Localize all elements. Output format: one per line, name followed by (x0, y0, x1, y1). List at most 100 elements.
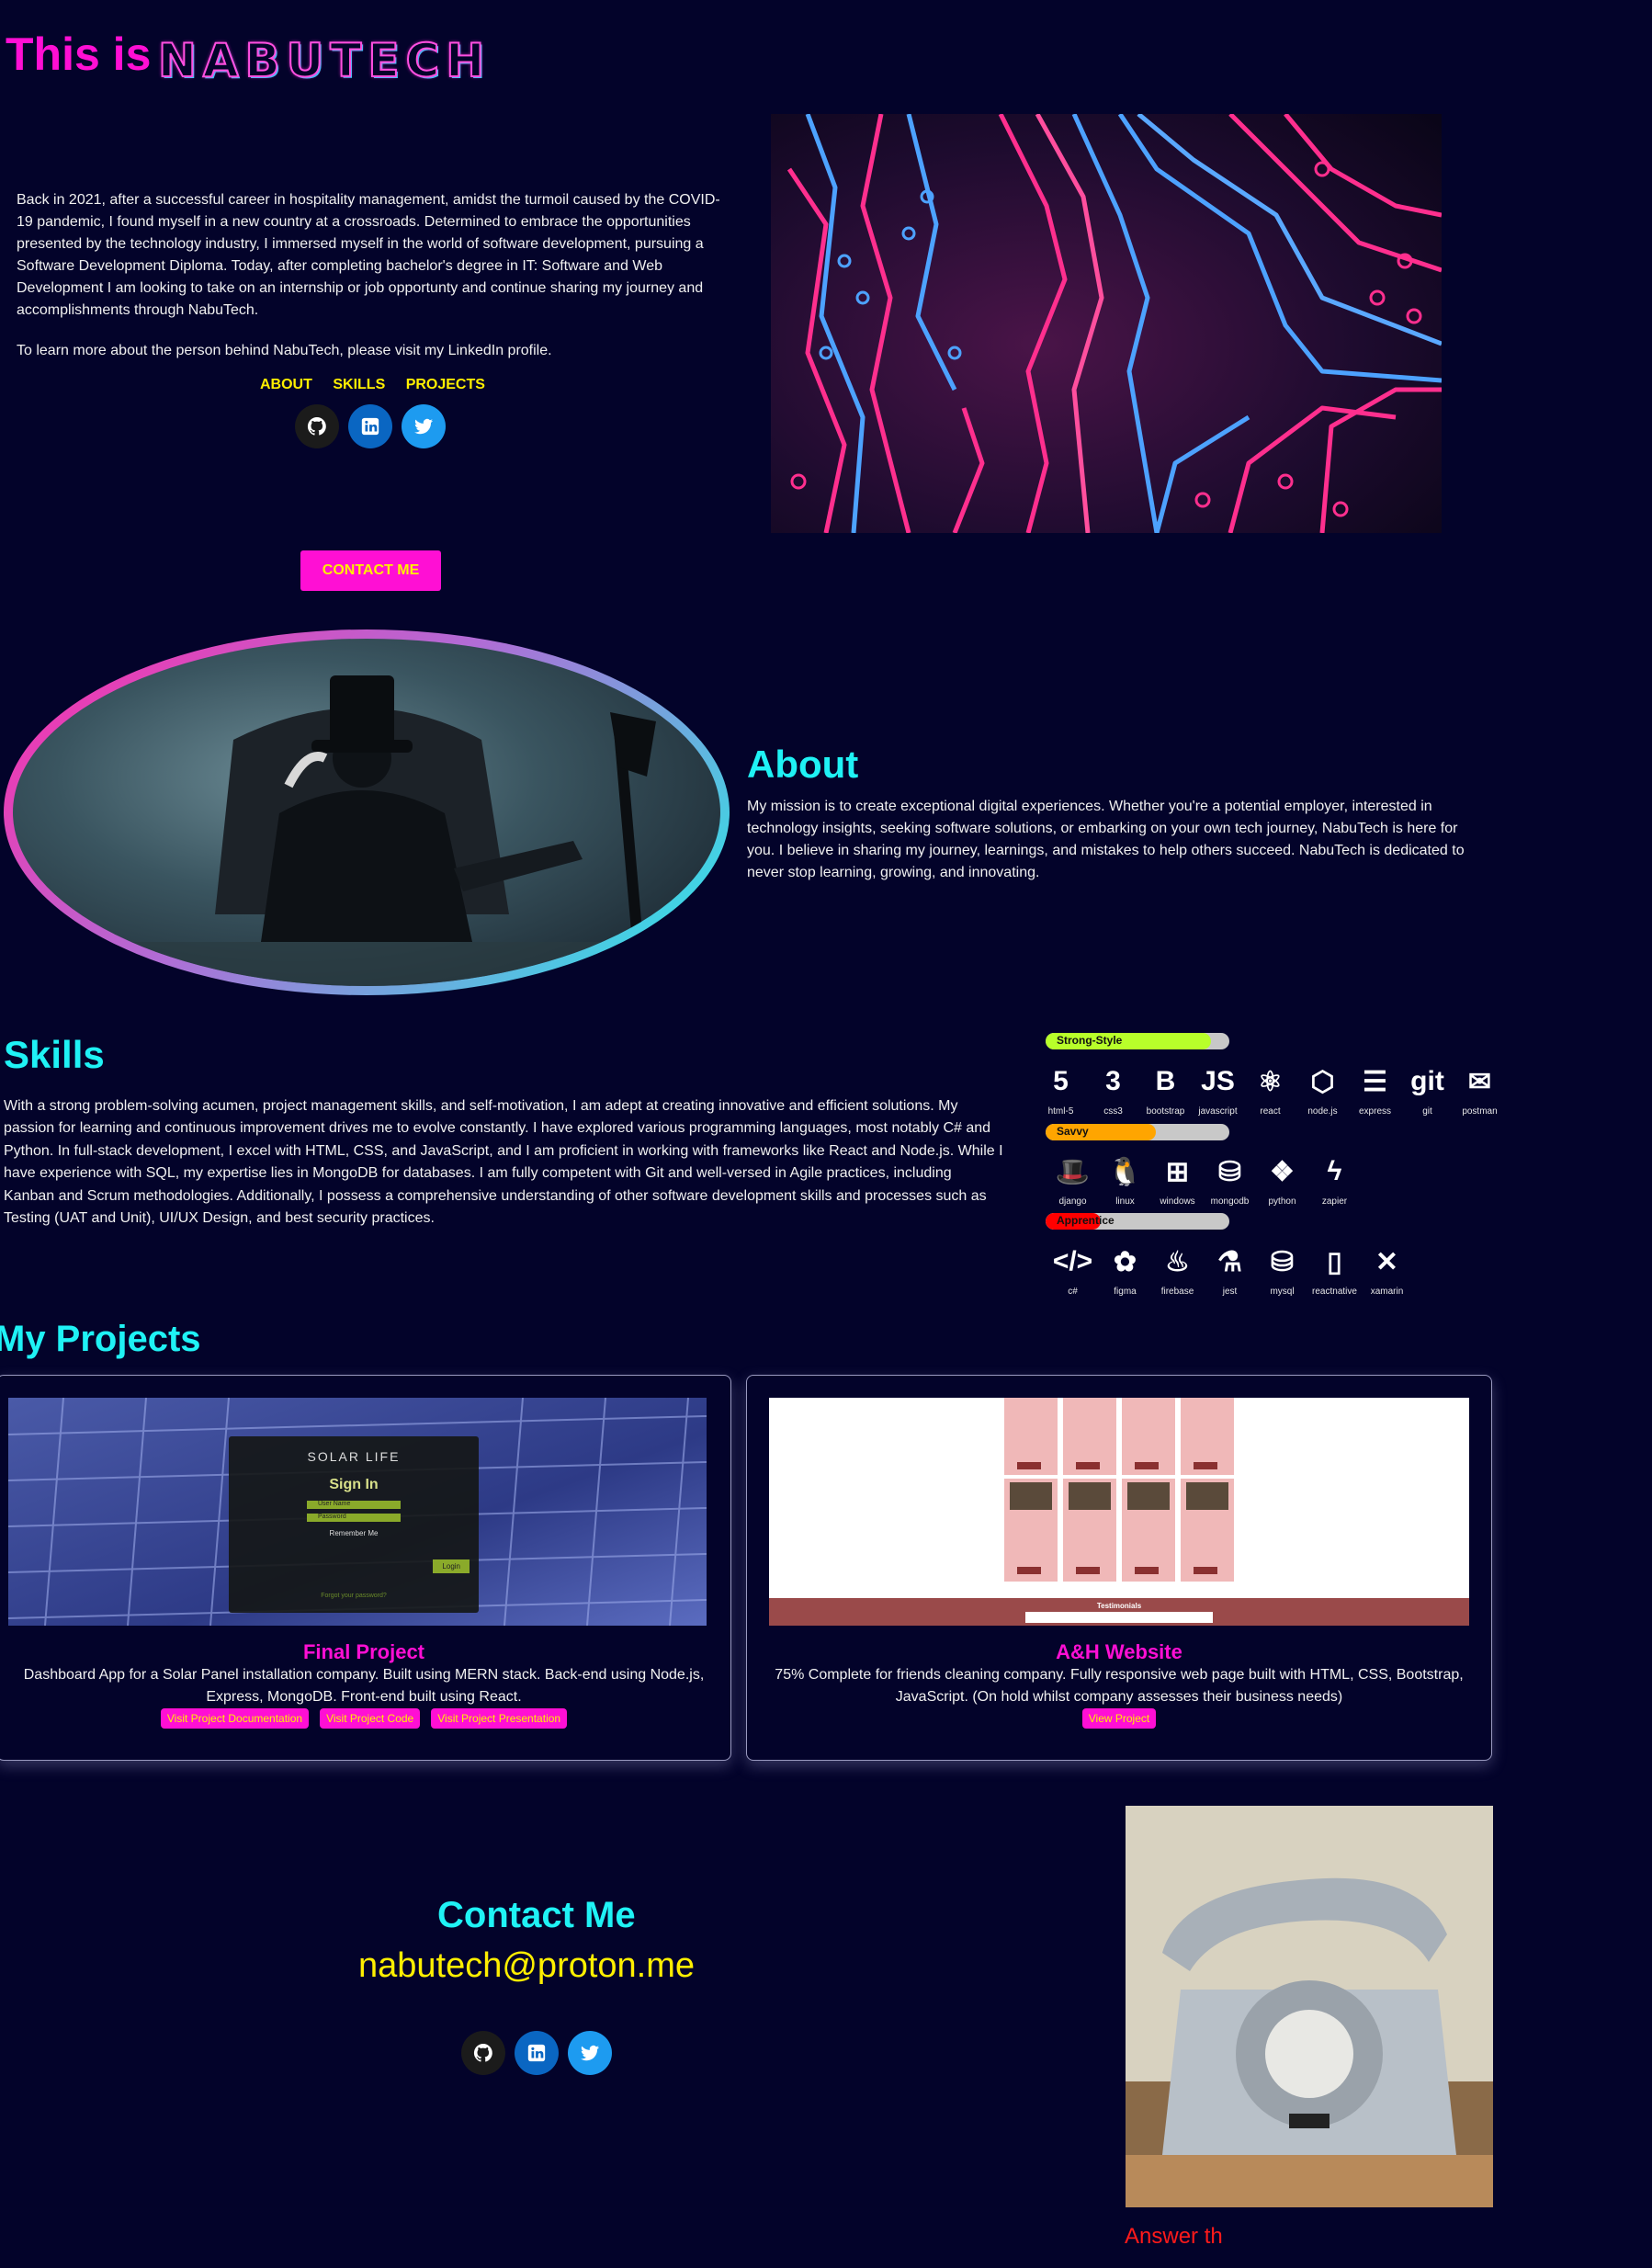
ah-service-grid (1002, 1398, 1236, 1582)
skill-name: linux (1115, 1196, 1135, 1207)
project-buttons: View Project (747, 1708, 1491, 1729)
project-title: A&H Website (1056, 1640, 1182, 1663)
intro-section: Back in 2021, after a successful career … (17, 189, 733, 380)
nav-about-link[interactable]: ABOUT (260, 377, 312, 392)
project-screenshot-ah: Testimonials (769, 1398, 1469, 1626)
skill-name: node.js (1307, 1106, 1338, 1117)
skill-icon: 🐧 (1107, 1156, 1143, 1187)
project-description: Dashboard App for a Solar Panel installa… (23, 1667, 705, 1705)
github-icon[interactable] (295, 404, 339, 448)
ah-testimonial-card (1025, 1612, 1213, 1623)
skill-item: 5 html-5 (1035, 1059, 1087, 1117)
skill-icon: ☰ (1363, 1066, 1387, 1097)
skill-level-bar-savvy: Savvy (1046, 1124, 1229, 1140)
skill-name: git (1422, 1106, 1432, 1117)
skill-item: 🐧 linux (1099, 1149, 1151, 1208)
contact-heading: Contact Me (437, 1895, 636, 1935)
skill-name: express (1358, 1106, 1391, 1117)
skill-icon: ♨ (1165, 1246, 1190, 1277)
skill-item: </> c# (1047, 1239, 1099, 1297)
skill-item: git git (1401, 1059, 1454, 1117)
skills-heading: Skills (4, 1033, 105, 1076)
twitter-icon[interactable] (568, 2031, 612, 2075)
skill-name: zapier (1321, 1196, 1348, 1207)
skill-item: ⚗ jest (1204, 1239, 1256, 1298)
nav-projects-link[interactable]: PROJECTS (406, 377, 485, 392)
answer-text: Answer th (1125, 2224, 1223, 2249)
solar-login-panel: SOLAR LIFE Sign In User Name Password Re… (229, 1436, 479, 1613)
skill-icon: git (1410, 1066, 1444, 1096)
solar-login-button: Login (433, 1559, 470, 1573)
intro-paragraph-1: Back in 2021, after a successful career … (17, 192, 720, 318)
social-links-bottom (461, 2031, 612, 2075)
skill-name: python (1268, 1196, 1296, 1207)
skill-icon: ⛁ (1217, 1156, 1242, 1187)
skill-name: reactnative (1312, 1287, 1357, 1297)
visit-documentation-button[interactable]: Visit Project Documentation (160, 1708, 310, 1729)
skill-level-label: Strong-Style (1057, 1034, 1123, 1047)
skill-item: ⚛ react (1244, 1059, 1296, 1117)
nav-skills-link[interactable]: SKILLS (333, 377, 385, 392)
skill-level-label: Apprentice (1057, 1214, 1115, 1227)
skill-item: ⛁ mongodb (1204, 1149, 1256, 1208)
skill-name: figma (1114, 1287, 1137, 1297)
skill-icon: B (1155, 1066, 1176, 1096)
about-portrait-image (13, 639, 720, 986)
page-title: This is (6, 28, 151, 81)
skill-item: ▯ reactnative (1308, 1239, 1361, 1298)
project-screenshot-solar: SOLAR LIFE Sign In User Name Password Re… (8, 1398, 707, 1626)
visit-code-button[interactable]: Visit Project Code (320, 1708, 421, 1729)
about-heading: About (747, 743, 859, 786)
skill-name: django (1058, 1196, 1087, 1207)
skill-icon: ⚗ (1217, 1246, 1242, 1277)
project-title: Final Project (302, 1640, 425, 1663)
social-links-top (295, 404, 446, 448)
skills-row-apprentice: </> c# ✿ figma ♨ firebase ⚗ jest ⛁ mysql ▯ reactnat… (1047, 1239, 1413, 1297)
skill-name: firebase (1160, 1287, 1194, 1297)
nav-links: ABOUT SKILLS PROJECTS (260, 377, 502, 393)
skills-row-savvy: 🎩 django 🐧 linux ⊞ windows ⛁ mongodb ❖ python ϟ zap… (1047, 1149, 1361, 1207)
skill-icon: ✉ (1467, 1066, 1492, 1097)
visit-presentation-button[interactable]: Visit Project Presentation (431, 1708, 568, 1729)
skill-icon: ✕ (1375, 1246, 1399, 1277)
circuit-board-image (771, 114, 1442, 533)
skill-name: html-5 (1047, 1106, 1074, 1117)
skill-icon: ϟ (1327, 1156, 1342, 1186)
skill-icon: ⊞ (1165, 1156, 1190, 1187)
linkedin-icon[interactable] (515, 2031, 559, 2075)
linkedin-icon[interactable] (348, 404, 392, 448)
project-card-ah: Testimonials A&H Website 75% Complete fo… (746, 1375, 1492, 1761)
skill-icon: 5 (1053, 1066, 1069, 1096)
skill-icon: </> (1052, 1246, 1093, 1276)
skill-item: ♨ firebase (1151, 1239, 1204, 1298)
skill-icon: ⛁ (1270, 1246, 1295, 1277)
ah-testimonials-band: Testimonials (769, 1598, 1469, 1626)
skill-name: postman (1462, 1106, 1498, 1117)
skill-name: xamarin (1370, 1287, 1404, 1297)
brand-logo: NABUTECH (157, 33, 492, 88)
projects-heading: My Projects (0, 1319, 201, 1359)
contact-email-link[interactable]: nabutech@proton.me (358, 1946, 695, 1986)
skill-item: ✿ figma (1099, 1239, 1151, 1298)
github-icon[interactable] (461, 2031, 505, 2075)
twitter-icon[interactable] (402, 404, 446, 448)
skill-item: JS javascript (1192, 1059, 1244, 1117)
skill-icon: ⬡ (1310, 1066, 1335, 1097)
skill-name: mysql (1270, 1287, 1295, 1297)
intro-paragraph-2: To learn more about the person behind Na… (17, 343, 552, 358)
skill-name: mongodb (1210, 1196, 1250, 1207)
skill-icon: ✿ (1113, 1246, 1137, 1277)
skill-item: 🎩 django (1047, 1149, 1099, 1208)
ah-testimonials-heading: Testimonials (1096, 1602, 1142, 1610)
skill-icon: ❖ (1270, 1156, 1295, 1187)
skill-item: ❖ python (1256, 1149, 1308, 1208)
skill-item: ⬡ node.js (1296, 1059, 1349, 1117)
contact-me-button[interactable]: CONTACT ME (300, 550, 441, 591)
skill-name: jest (1222, 1287, 1238, 1297)
about-portrait-frame (4, 629, 730, 995)
view-project-button[interactable]: View Project (1081, 1708, 1157, 1729)
skill-item: ⛁ mysql (1256, 1239, 1308, 1298)
skill-item: ϟ zapier (1308, 1149, 1361, 1207)
skill-icon: 🎩 (1055, 1156, 1091, 1187)
solar-forgot-link: Forgot your password? (321, 1593, 387, 1599)
